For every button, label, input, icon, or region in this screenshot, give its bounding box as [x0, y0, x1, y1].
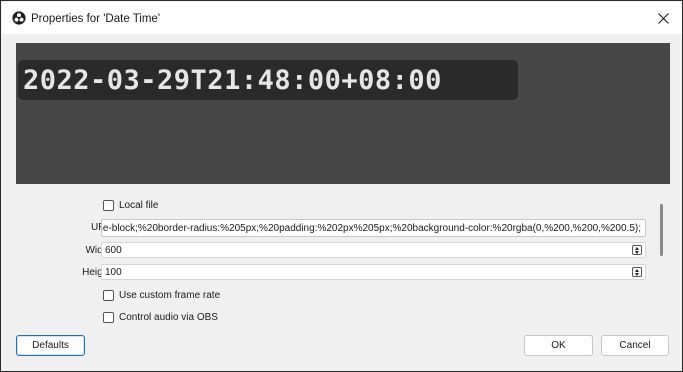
- height-row: Height 100: [16, 264, 656, 282]
- clock-display: 2022-03-29T21:48:00+08:00: [18, 60, 518, 100]
- url-input[interactable]: 20inline-block;%20border-radius:%205px;%…: [101, 219, 646, 237]
- width-row: Width 600: [16, 242, 656, 260]
- properties-dialog: Properties for 'Date Time' 2022-03-29T21…: [0, 0, 683, 372]
- title-bar[interactable]: Properties for 'Date Time': [2, 2, 682, 34]
- ok-button[interactable]: OK: [524, 335, 593, 356]
- local-file-label[interactable]: Local file: [119, 200, 158, 211]
- url-row: URL 20inline-block;%20border-radius:%205…: [16, 219, 656, 237]
- width-value: 600: [105, 245, 122, 256]
- close-icon: [657, 12, 669, 24]
- height-value: 100: [105, 267, 122, 278]
- height-spinbox[interactable]: 100: [101, 264, 646, 280]
- height-spinner-arrows-icon[interactable]: [632, 267, 642, 277]
- source-preview: 2022-03-29T21:48:00+08:00: [16, 43, 670, 184]
- custom-frame-rate-row: Use custom frame rate: [16, 287, 656, 305]
- url-value: 20inline-block;%20border-radius:%205px;%…: [101, 223, 641, 234]
- defaults-button[interactable]: Defaults: [16, 335, 85, 356]
- control-audio-row: Control audio via OBS: [16, 309, 656, 327]
- control-audio-checkbox[interactable]: [103, 312, 114, 323]
- local-file-checkbox[interactable]: [103, 200, 114, 211]
- cancel-button[interactable]: Cancel: [601, 335, 669, 356]
- window-title: Properties for 'Date Time': [31, 13, 161, 25]
- close-button[interactable]: [650, 5, 676, 31]
- custom-frame-rate-checkbox[interactable]: [103, 290, 114, 301]
- custom-frame-rate-label[interactable]: Use custom frame rate: [119, 290, 220, 301]
- properties-panel: Local file URL 20inline-block;%20border-…: [16, 187, 666, 327]
- local-file-row: Local file: [16, 197, 656, 215]
- clock-text: 2022-03-29T21:48:00+08:00: [23, 64, 442, 96]
- properties-scrollbar[interactable]: [660, 204, 663, 256]
- width-spinner-arrows-icon[interactable]: [632, 245, 642, 255]
- control-audio-label[interactable]: Control audio via OBS: [119, 312, 218, 323]
- obs-logo-icon: [12, 11, 26, 25]
- width-spinbox[interactable]: 600: [101, 242, 646, 258]
